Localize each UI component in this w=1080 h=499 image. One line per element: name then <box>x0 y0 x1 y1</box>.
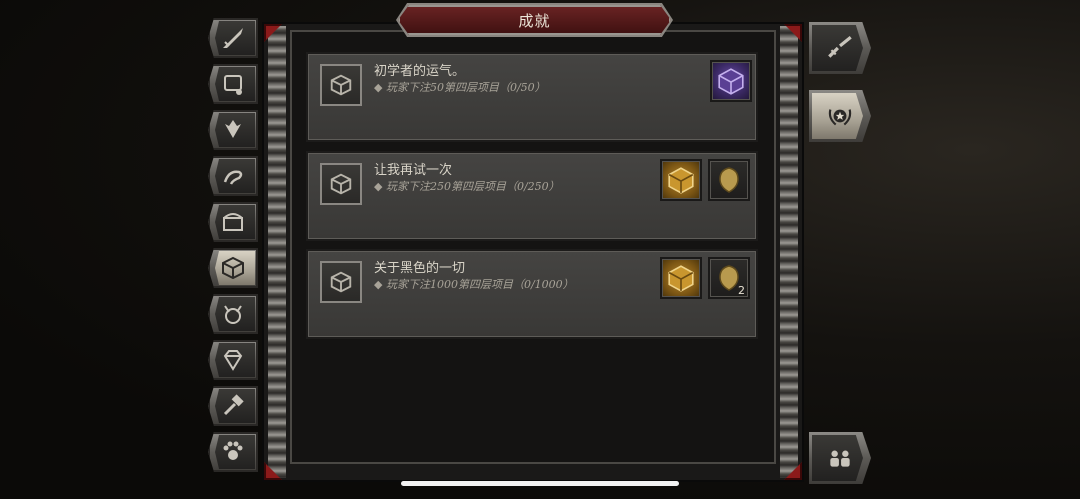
demon-skull-icon <box>224 305 242 324</box>
title-banner: 成就 <box>398 5 671 35</box>
chest-icon <box>223 213 243 231</box>
frame-border-right <box>778 24 800 480</box>
reward-slot[interactable] <box>710 60 752 102</box>
tab-crafting[interactable] <box>208 386 258 426</box>
frame-border-left <box>266 24 288 480</box>
scroll-icon <box>224 75 242 95</box>
achievement-description: ◆ 玩家下注50第四层项目（0/50） <box>374 81 546 94</box>
hammer-icon <box>223 394 244 416</box>
game-screen: 成就 初学者的运气。 ◆ 玩家下注50第四层项目（0/50） 让我再试一次 ◆ … <box>0 0 1080 499</box>
achievement-row[interactable]: 关于黑色的一切 ◆ 玩家下注1000第四层项目（0/1000） 2 <box>306 249 758 339</box>
tab-pets[interactable] <box>208 156 258 196</box>
broken-sword-icon <box>828 36 852 58</box>
reward-count: 2 <box>738 284 745 297</box>
shield-icon <box>719 167 739 193</box>
tab-party[interactable] <box>809 432 871 484</box>
tab-wings[interactable] <box>208 110 258 150</box>
cube-icon <box>330 173 352 195</box>
achievement-row[interactable]: 让我再试一次 ◆ 玩家下注250第四层项目（0/250） <box>306 151 758 241</box>
cube-icon <box>330 271 352 293</box>
shield-icon <box>719 265 739 291</box>
purple-cube-icon <box>718 68 744 95</box>
reward-slot[interactable] <box>660 257 702 299</box>
cube-icon <box>222 256 244 280</box>
achievement-category-icon <box>320 163 362 205</box>
achievement-title: 初学者的运气。 <box>374 64 466 79</box>
tab-weapons[interactable] <box>208 18 258 58</box>
achievement-category-icon <box>320 64 362 106</box>
tab-broken-sword[interactable] <box>809 22 871 74</box>
achievement-title: 关于黑色的一切 <box>374 261 466 276</box>
gem-icon <box>223 350 243 371</box>
tab-achievements[interactable] <box>809 90 871 142</box>
achievement-title: 让我再试一次 <box>374 163 453 178</box>
party-icon <box>830 450 850 467</box>
home-indicator[interactable] <box>401 481 679 486</box>
reward-slot[interactable] <box>660 159 702 201</box>
tab-chests[interactable] <box>208 202 258 242</box>
tab-scrolls[interactable] <box>208 64 258 104</box>
wings-icon <box>225 120 241 138</box>
achievement-description: ◆ 玩家下注1000第四层项目（0/1000） <box>374 278 574 291</box>
dragon-icon <box>223 170 243 185</box>
achievement-description: ◆ 玩家下注250第四层项目（0/250） <box>374 180 560 193</box>
achievement-row[interactable]: 初学者的运气。 ◆ 玩家下注50第四层项目（0/50） <box>306 52 758 142</box>
cube-icon <box>330 74 352 96</box>
paw-icon <box>223 441 243 460</box>
achievement-category-icon <box>320 261 362 303</box>
tab-cubes[interactable] <box>208 248 258 288</box>
laurel-medal-icon <box>828 109 852 126</box>
tab-demons[interactable] <box>208 294 258 334</box>
tab-gems[interactable] <box>208 340 258 380</box>
reward-slot[interactable] <box>708 159 750 201</box>
gold-cube-icon <box>668 167 694 194</box>
reward-slot[interactable]: 2 <box>708 257 750 299</box>
gold-cube-icon <box>668 265 694 292</box>
sword-icon <box>223 28 243 48</box>
page-title: 成就 <box>518 11 551 30</box>
tab-companions[interactable] <box>208 432 258 472</box>
